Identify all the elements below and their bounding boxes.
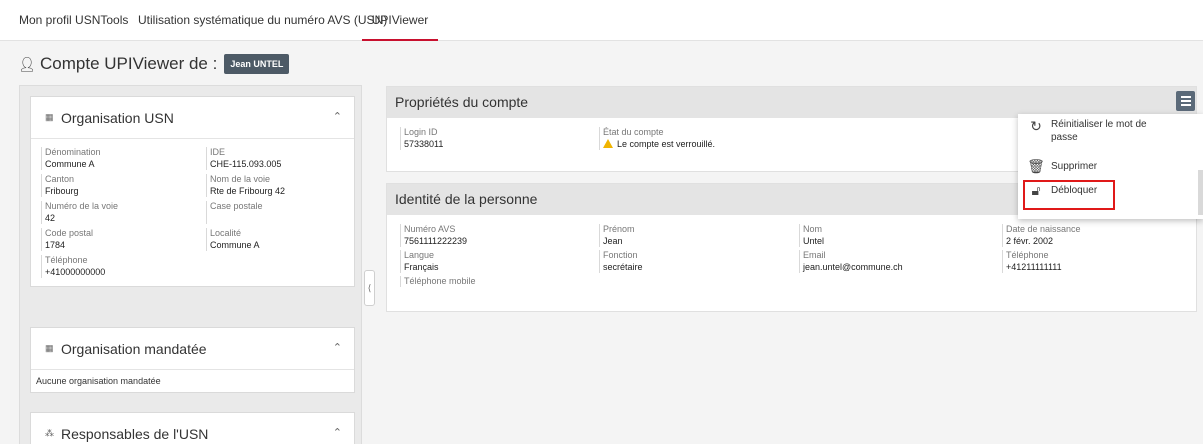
- tab-mon-profil[interactable]: Mon profil USNTools: [5, 0, 142, 41]
- field-ide: IDE CHE-115.093.005: [206, 147, 344, 170]
- field-value: Untel: [803, 236, 825, 246]
- field-value: Commune A: [45, 159, 95, 169]
- card-organisation-usn: ▦ Organisation USN ⌃ Dénomination Commun…: [30, 96, 355, 287]
- debloquer-highlight-box: [1023, 180, 1115, 210]
- field-label: Localité: [210, 228, 242, 238]
- field-label: Email: [803, 250, 826, 260]
- warning-icon: [603, 139, 613, 148]
- field-canton: Canton Fribourg: [41, 174, 196, 197]
- field-date-naissance: Date de naissance 2 févr. 2002: [1002, 224, 1183, 247]
- field-label: Dénomination: [45, 147, 101, 157]
- field-value: Jean: [603, 236, 623, 246]
- page-title: 👤︎ Compte UPIViewer de : Jean UNTEL: [18, 53, 290, 75]
- field-case-postale: Case postale: [206, 201, 344, 224]
- building-icon: ▦: [45, 112, 54, 122]
- chevron-up-icon[interactable]: ⌃: [333, 341, 342, 354]
- field-label: Fonction: [603, 250, 638, 260]
- field-value: 2 févr. 2002: [1006, 236, 1054, 246]
- field-value: 42: [45, 213, 56, 223]
- field-value: 1784: [45, 240, 66, 250]
- card-header-organisation-mandatee[interactable]: ▦ Organisation mandatée ⌃: [31, 328, 354, 370]
- card-title: Responsables de l'USN: [61, 425, 209, 442]
- field-label: Téléphone: [1006, 250, 1049, 260]
- menu-button[interactable]: [1176, 91, 1195, 111]
- field-value: +41000000000: [45, 267, 106, 277]
- field-label: Téléphone: [45, 255, 88, 265]
- menu-item-label: Supprimer: [1051, 161, 1098, 172]
- field-label: IDE: [210, 147, 226, 157]
- chevron-up-icon[interactable]: ⌃: [333, 426, 342, 439]
- state-text: Le compte est verrouillé.: [617, 139, 716, 149]
- user-badge: Jean UNTEL: [224, 54, 290, 74]
- field-fonction: Fonction secrétaire: [599, 250, 799, 273]
- top-tabbar: Mon profil USNTools Utilisation systémat…: [0, 0, 1203, 41]
- field-label: Canton: [45, 174, 75, 184]
- hamburger-icon: [1180, 96, 1191, 98]
- left-pane: ▦ Organisation USN ⌃ Dénomination Commun…: [19, 85, 362, 444]
- menu-item-label: Réinitialiser le mot de passe: [1051, 119, 1147, 143]
- field-label: Téléphone mobile: [404, 276, 476, 286]
- chevron-up-icon[interactable]: ⌃: [333, 110, 342, 123]
- hamburger-line: [1180, 100, 1191, 102]
- field-login-id: Login ID 57338011: [400, 127, 599, 150]
- field-value: secrétaire: [603, 262, 643, 272]
- field-label: Langue: [404, 250, 435, 260]
- field-telephone: Téléphone +41000000000: [41, 255, 196, 278]
- field-localite: Localité Commune A: [206, 228, 344, 251]
- field-value: 57338011: [404, 139, 444, 149]
- field-label: Nom de la voie: [210, 174, 271, 184]
- field-label: Case postale: [210, 201, 263, 211]
- user-edit-icon: 👤︎: [18, 56, 36, 72]
- empty-message: Aucune organisation mandatée: [36, 376, 161, 386]
- tab-utilisation-usn[interactable]: Utilisation systématique du numéro AVS (…: [124, 0, 401, 41]
- field-label: Numéro de la voie: [45, 201, 119, 211]
- card-header-responsables[interactable]: ⁂ Responsables de l'USN ⌃: [31, 413, 354, 444]
- field-code-postal: Code postal 1784: [41, 228, 196, 251]
- field-denomination: Dénomination Commune A: [41, 147, 196, 170]
- card-organisation-mandatee: ▦ Organisation mandatée ⌃ Aucune organis…: [30, 327, 355, 393]
- field-value: jean.untel@commune.ch: [803, 262, 903, 272]
- organisation-fields: Dénomination Commune A IDE CHE-115.093.0…: [31, 139, 354, 286]
- page-title-text: Compte UPIViewer de :: [40, 54, 218, 73]
- field-nom: Nom Untel: [799, 224, 1002, 247]
- people-icon: ⁂: [45, 428, 54, 438]
- trash-icon: 🗑︎: [1027, 158, 1045, 174]
- field-telephone-mobile: Téléphone mobile: [400, 276, 599, 287]
- field-value: Fribourg: [45, 186, 79, 196]
- field-numero-voie: Numéro de la voie 42: [41, 201, 196, 224]
- field-value: Rte de Fribourg 42: [210, 186, 286, 196]
- field-nom-voie: Nom de la voie Rte de Fribourg 42: [206, 174, 344, 197]
- field-prenom: Prénom Jean: [599, 224, 799, 247]
- hamburger-line: [1180, 104, 1191, 106]
- field-label: Prénom: [603, 224, 635, 234]
- refresh-icon: ↻: [1030, 118, 1042, 134]
- card-header-organisation-usn[interactable]: ▦ Organisation USN ⌃: [31, 97, 354, 139]
- tab-upiviewer[interactable]: UPIViewer: [362, 0, 438, 41]
- field-telephone: Téléphone +41211111111: [1002, 250, 1183, 273]
- field-value: Commune A: [210, 240, 260, 250]
- field-label: Numéro AVS: [404, 224, 456, 234]
- field-value: +41211111111: [1006, 262, 1062, 272]
- card-responsables: ⁂ Responsables de l'USN ⌃: [30, 412, 355, 444]
- field-label: Date de naissance: [1006, 224, 1081, 234]
- identity-fields: Numéro AVS 7561111222239 Prénom Jean Nom…: [387, 215, 1196, 296]
- building-icon: ▦: [45, 343, 54, 353]
- field-label: Nom: [803, 224, 823, 234]
- menu-item-reinitialiser[interactable]: ↻ Réinitialiser le mot de passe: [1018, 118, 1198, 144]
- field-value: 7561111222239: [404, 236, 468, 246]
- card-title: Organisation USN: [61, 109, 174, 126]
- scrollbar[interactable]: [1198, 170, 1203, 215]
- field-value: CHE-115.093.005: [210, 159, 282, 169]
- card-title: Organisation mandatée: [61, 340, 207, 357]
- field-numero-avs: Numéro AVS 7561111222239: [400, 224, 599, 247]
- field-langue: Langue Français: [400, 250, 599, 273]
- chevron-left-icon: ⟨: [367, 283, 372, 293]
- field-label: Login ID: [404, 127, 438, 137]
- menu-item-supprimer[interactable]: 🗑︎ Supprimer: [1018, 158, 1198, 175]
- field-value: Français: [404, 262, 439, 272]
- field-email: Email jean.untel@commune.ch: [799, 250, 1002, 273]
- field-label: Code postal: [45, 228, 94, 238]
- collapse-left-pane-handle[interactable]: ⟨: [364, 270, 375, 306]
